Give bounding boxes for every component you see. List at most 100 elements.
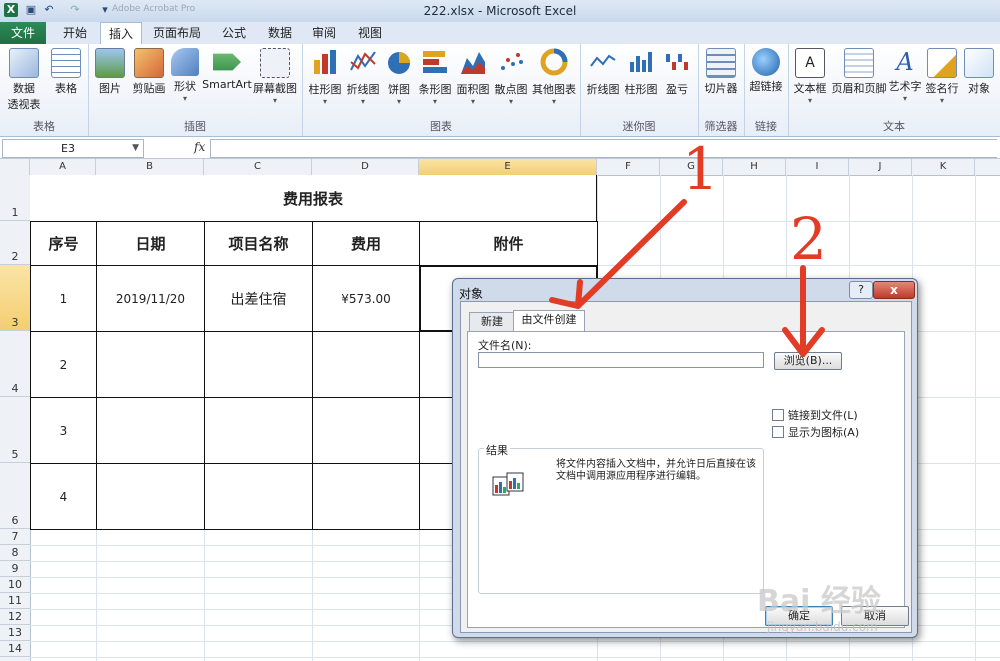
pie-chart-button[interactable]: 饼图 ▾ (384, 48, 414, 106)
row-header-12[interactable]: 12 (0, 609, 30, 625)
tab-file[interactable]: 文件 (0, 22, 46, 44)
row-header-1[interactable]: 1 (0, 175, 30, 221)
sparkline-line-button[interactable]: 折线图 (584, 48, 622, 97)
column-header-b[interactable]: B (96, 159, 204, 175)
name-box[interactable]: E3 ▼ (2, 139, 144, 158)
clip-art-button[interactable]: 剪贴画 (130, 48, 168, 96)
column-header-k[interactable]: K (912, 159, 975, 175)
row-header-10[interactable]: 10 (0, 577, 30, 593)
scatter-chart-button[interactable]: 散点图 ▾ (492, 48, 530, 106)
cell-item[interactable]: 出差住宿 (204, 265, 313, 332)
smartart-button[interactable]: SmartArt (202, 48, 252, 91)
close-button[interactable]: x (873, 281, 915, 299)
column-header-e[interactable]: E (419, 159, 597, 175)
cell-cost[interactable] (312, 397, 420, 464)
display-as-icon-checkbox[interactable]: 显示为图标(A) (772, 424, 859, 440)
display-as-icon-checkbox-box[interactable] (772, 426, 784, 438)
row-header-7[interactable]: 7 (0, 529, 30, 545)
row-header-2[interactable]: 2 (0, 221, 30, 265)
row-header-3[interactable]: 3 (0, 265, 30, 331)
wordart-button[interactable]: A 艺术字 ▾ (888, 48, 922, 103)
row-header-4[interactable]: 4 (0, 331, 30, 397)
row-header-13[interactable]: 13 (0, 625, 30, 641)
header-footer-button[interactable]: 页眉和页脚 (830, 48, 888, 96)
ribbon: 数据 透视表 表格 表格 图片 剪贴画 形状 ▾ SmartArt 屏幕截图 ▾… (0, 44, 1000, 137)
object-button[interactable]: 对象 (962, 48, 996, 96)
column-header-f[interactable]: F (597, 159, 660, 175)
column-header-h[interactable]: H (723, 159, 786, 175)
hyperlink-button[interactable]: 超链接 (748, 48, 784, 94)
cell-item[interactable] (204, 397, 313, 464)
signature-line-button[interactable]: 签名行 ▾ (924, 48, 960, 105)
line-chart-button[interactable]: 折线图 ▾ (344, 48, 382, 106)
group-table: 数据 透视表 表格 表格 (0, 44, 89, 136)
header-cell-cost[interactable]: 费用 (312, 221, 420, 266)
column-chart-button[interactable]: 柱形图 ▾ (306, 48, 344, 106)
report-title-cell[interactable]: 费用报表 (30, 175, 597, 222)
browse-button[interactable]: 浏览(B)... (774, 352, 842, 370)
column-header-a[interactable]: A (30, 159, 96, 175)
shapes-button[interactable]: 形状 ▾ (170, 48, 200, 103)
column-header-j[interactable]: J (849, 159, 912, 175)
row-header-14[interactable]: 14 (0, 641, 30, 657)
cell-date[interactable] (96, 397, 205, 464)
screenshot-button[interactable]: 屏幕截图 ▾ (252, 48, 298, 105)
tab-data[interactable]: 数据 (260, 22, 300, 44)
tab-insert[interactable]: 插入 (100, 22, 142, 46)
cell-item[interactable] (204, 463, 313, 530)
bar-chart-button[interactable]: 条形图 ▾ (416, 48, 454, 106)
cell-date[interactable] (96, 463, 205, 530)
cell-item[interactable] (204, 331, 313, 398)
row-header-6[interactable]: 6 (0, 463, 30, 529)
column-header-i[interactable]: I (786, 159, 849, 175)
cell-no[interactable]: 2 (30, 331, 97, 398)
smartart-icon (213, 53, 241, 71)
column-header-c[interactable]: C (204, 159, 312, 175)
sparkline-winloss-button[interactable]: 盈亏 (660, 48, 694, 97)
tab-page-layout[interactable]: 页面布局 (146, 22, 208, 44)
name-box-dropdown-icon[interactable]: ▼ (132, 140, 139, 157)
column-header-d[interactable]: D (312, 159, 419, 175)
header-cell-item[interactable]: 项目名称 (204, 221, 313, 266)
slicer-button[interactable]: 切片器 (702, 48, 740, 96)
tab-view[interactable]: 视图 (350, 22, 390, 44)
cell-cost[interactable]: ¥573.00 (312, 265, 420, 332)
link-to-file-checkbox[interactable]: 链接到文件(L) (772, 407, 858, 423)
tab-create-new[interactable]: 新建 (469, 312, 515, 331)
group-sparklines: 折线图 柱形图 盈亏 迷你图 (580, 44, 699, 136)
other-charts-button[interactable]: 其他图表 ▾ (530, 48, 578, 106)
table-button[interactable]: 表格 (48, 48, 84, 96)
cell-date[interactable] (96, 331, 205, 398)
column-chart-icon (314, 50, 336, 74)
header-cell-no[interactable]: 序号 (30, 221, 97, 266)
help-button[interactable]: ? (849, 281, 873, 299)
cell-cost[interactable] (312, 331, 420, 398)
cell-no[interactable]: 3 (30, 397, 97, 464)
textbox-icon: A (795, 48, 825, 78)
insert-function-icon[interactable]: fx (194, 140, 205, 154)
row-header-5[interactable]: 5 (0, 397, 30, 463)
group-illustrations: 图片 剪贴画 形状 ▾ SmartArt 屏幕截图 ▾ 插图 (88, 44, 303, 136)
cell-date[interactable]: 2019/11/20 (96, 265, 205, 332)
select-all-corner[interactable] (0, 159, 30, 175)
tab-review[interactable]: 审阅 (304, 22, 344, 44)
header-cell-attachment[interactable]: 附件 (419, 221, 598, 266)
textbox-button[interactable]: A 文本框 ▾ (792, 48, 828, 105)
tab-formulas[interactable]: 公式 (212, 22, 256, 44)
row-header-9[interactable]: 9 (0, 561, 30, 577)
tab-create-from-file[interactable]: 由文件创建 (513, 310, 585, 332)
formula-input[interactable] (210, 139, 997, 158)
cell-cost[interactable] (312, 463, 420, 530)
cell-no[interactable]: 4 (30, 463, 97, 530)
area-chart-button[interactable]: 面积图 ▾ (454, 48, 492, 106)
filename-input[interactable] (478, 352, 764, 368)
cell-no[interactable]: 1 (30, 265, 97, 332)
sparkline-column-button[interactable]: 柱形图 (622, 48, 660, 97)
row-header-11[interactable]: 11 (0, 593, 30, 609)
link-to-file-checkbox-box[interactable] (772, 409, 784, 421)
row-header-8[interactable]: 8 (0, 545, 30, 561)
tab-home[interactable]: 开始 (50, 22, 100, 44)
picture-button[interactable]: 图片 (94, 48, 126, 96)
header-cell-date[interactable]: 日期 (96, 221, 205, 266)
pivot-table-button[interactable]: 数据 透视表 (4, 48, 44, 112)
